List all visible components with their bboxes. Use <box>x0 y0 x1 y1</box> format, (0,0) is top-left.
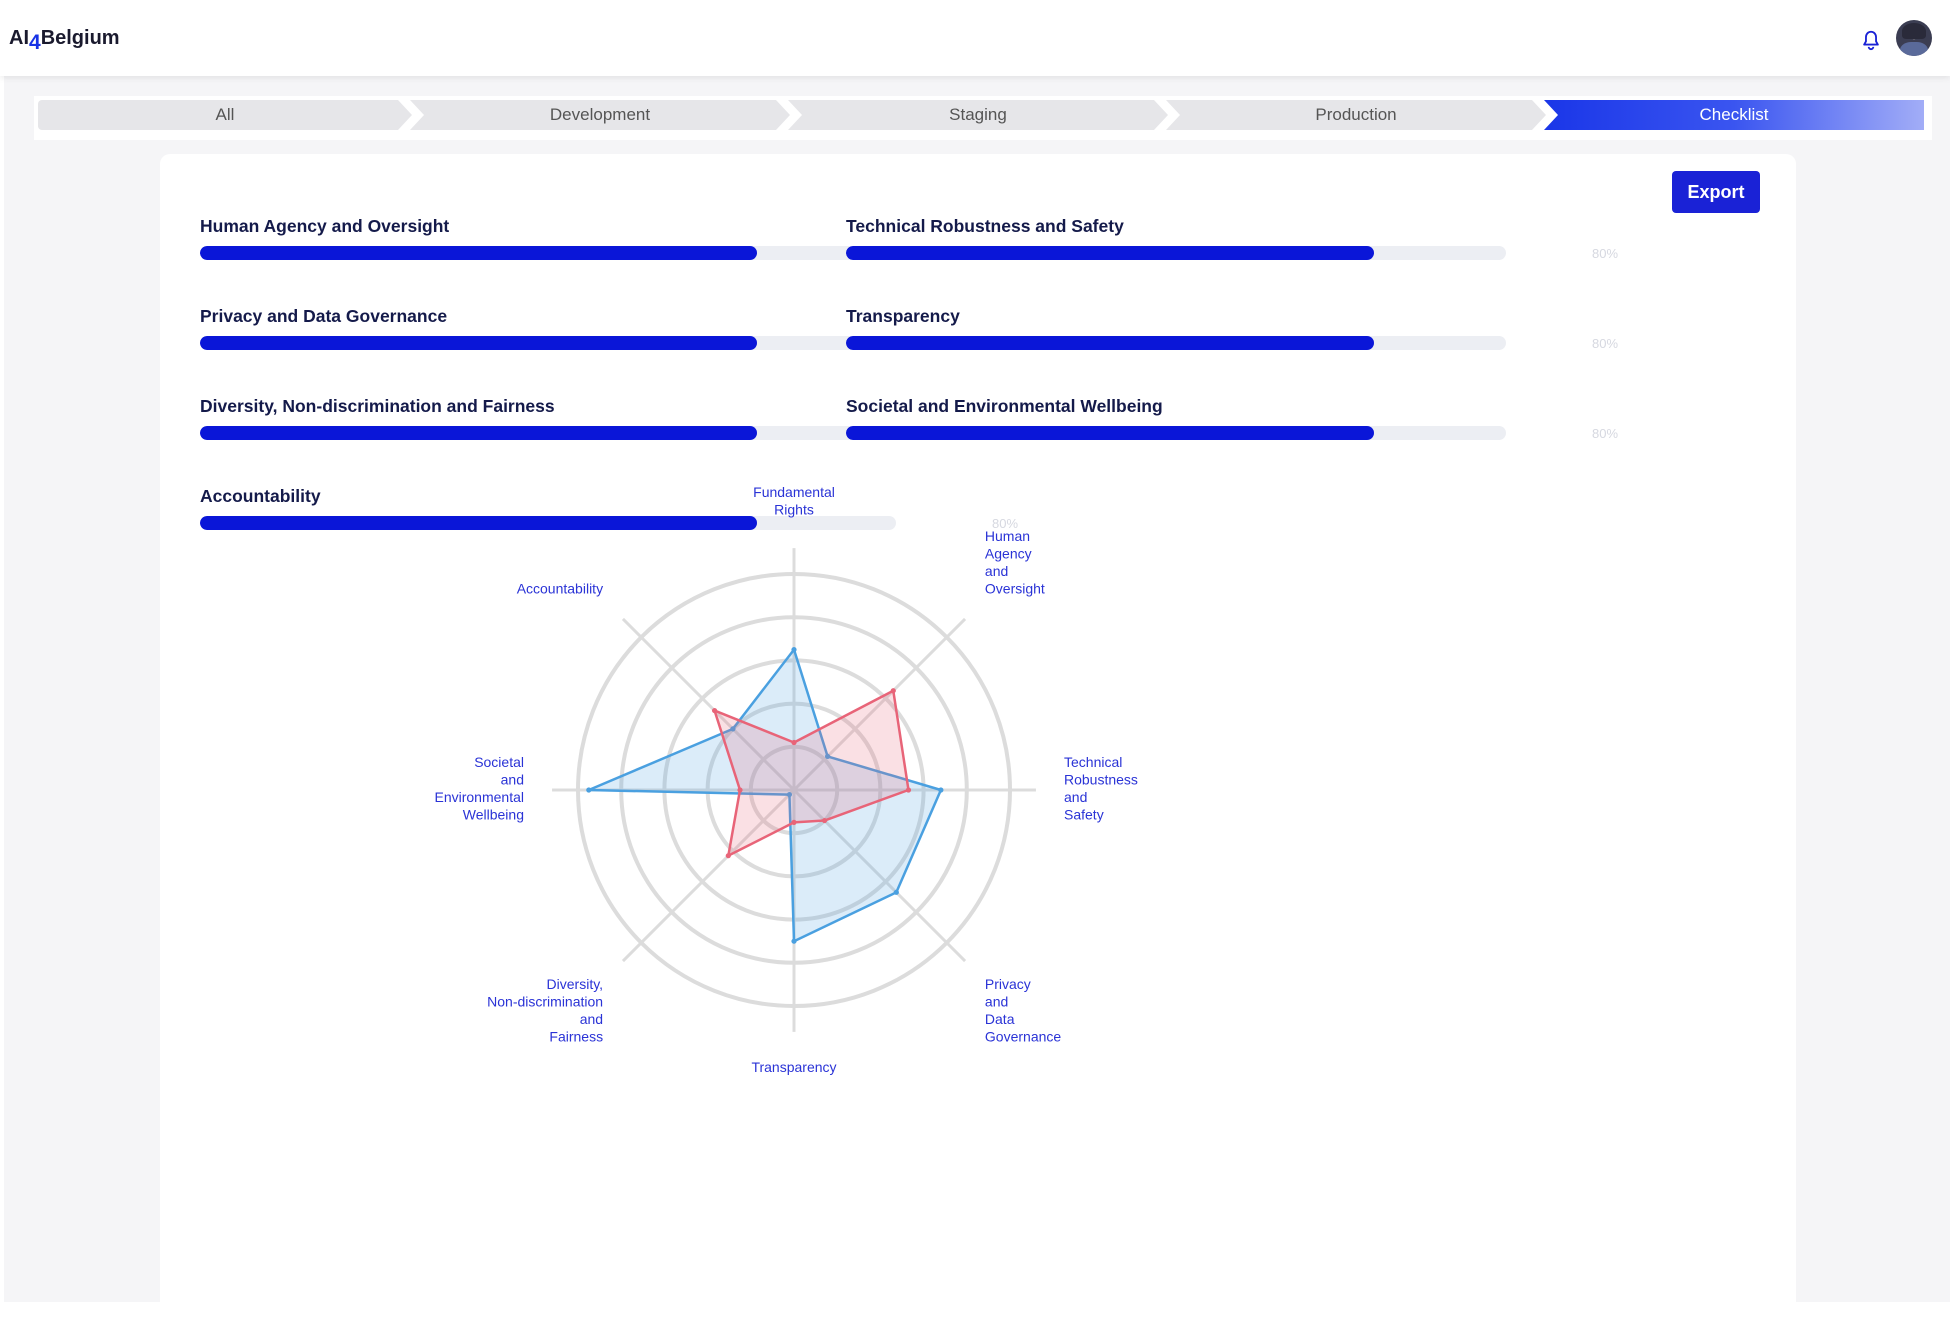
stepper-steps: All Development Staging Production Checklist <box>38 100 1928 130</box>
radar-axis-label: and <box>985 563 1008 579</box>
radar-series-1-point <box>791 938 797 944</box>
radar-axis-label: Agency <box>985 546 1032 562</box>
radar-axis-label: Robustness <box>1064 772 1138 788</box>
logo-sub: 4 <box>29 31 41 54</box>
radar-axis-label: and <box>1064 789 1087 805</box>
logo-prefix: AI <box>9 27 29 49</box>
radar-axis-label: Societal <box>474 754 524 770</box>
radar-series-1-point <box>586 787 592 793</box>
radar-axis-label: Fundamental <box>753 484 835 500</box>
step-development[interactable]: Development <box>410 100 790 130</box>
step-production[interactable]: Production <box>1166 100 1546 130</box>
radar-chart: FundamentalRightsHumanAgencyandOversight… <box>435 484 1138 1075</box>
radar-axis-label: and <box>501 772 524 788</box>
radar-series-1-point <box>791 647 797 653</box>
bell-icon[interactable] <box>1860 28 1882 52</box>
avatar-body <box>1900 42 1928 56</box>
radar-axis-label: Privacy <box>985 976 1031 992</box>
radar-axis-label: Oversight <box>985 581 1045 597</box>
radar-axis-label: and <box>985 993 1008 1009</box>
radar-axis-label: and <box>580 1011 603 1027</box>
radar-series-2-point <box>737 787 743 793</box>
radar-axis-label: Transparency <box>751 1059 836 1075</box>
radar-axis-label: Human <box>985 528 1030 544</box>
radar-series-1-point <box>893 889 899 895</box>
radar-axis-label: Wellbeing <box>463 807 524 823</box>
top-header: AI4Belgium <box>0 0 1950 76</box>
radar-axis-label: Technical <box>1064 754 1122 770</box>
radar-chart-area: Fundamental Rights Human Agency and Oversight… <box>160 154 1796 1314</box>
radar-series-2-point <box>890 688 896 694</box>
step-checklist[interactable]: Checklist <box>1544 100 1924 130</box>
avatar[interactable] <box>1896 20 1932 56</box>
radar-series-2-point <box>791 739 797 746</box>
radar-series-2-point <box>821 817 828 824</box>
radar-axis-label: Accountability <box>517 581 603 597</box>
radar-axis-label: Diversity, <box>547 976 604 992</box>
stage-stepper: All Development Staging Production Checklist <box>34 96 1932 140</box>
radar-axis-label: Environmental <box>435 789 525 805</box>
radar-axis-label: Safety <box>1064 807 1104 823</box>
step-all[interactable]: All <box>38 100 412 130</box>
avatar-hair <box>1902 23 1926 39</box>
radar-axis-label: Non-discrimination <box>487 993 603 1009</box>
radar-axis-label: Data <box>985 1011 1015 1027</box>
step-staging[interactable]: Staging <box>788 100 1168 130</box>
radar-axis-label: Rights <box>774 502 814 518</box>
app-logo[interactable]: AI4Belgium <box>9 26 120 54</box>
logo-suffix: Belgium <box>40 27 120 49</box>
main-content: All Development Staging Production Checklist… <box>4 76 1950 1314</box>
radar-series-2-point <box>725 853 731 859</box>
radar-series-1-point <box>938 787 944 793</box>
radar-axis-label: Governance <box>985 1028 1061 1044</box>
checklist-card: Export Human Agency and Oversight80%Tech… <box>160 154 1796 1314</box>
radar-series-2-point <box>711 707 718 714</box>
radar-series-2-point <box>905 787 912 793</box>
radar-axis-label: Fairness <box>549 1028 603 1044</box>
radar-series-2-point <box>791 819 797 826</box>
